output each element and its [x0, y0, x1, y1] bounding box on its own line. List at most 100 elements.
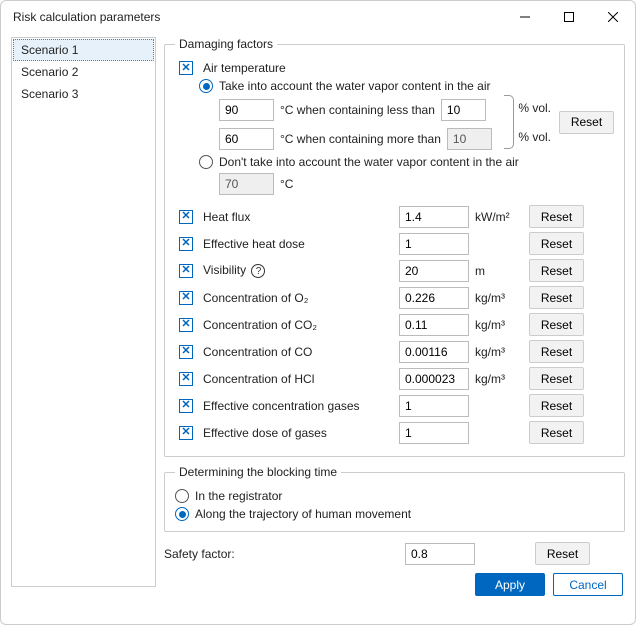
param-value-input[interactable]	[399, 314, 469, 336]
param-label: Concentration of O₂	[203, 291, 393, 305]
param-label: Heat flux	[203, 210, 393, 224]
param-checkbox[interactable]: ✕	[179, 237, 193, 251]
safety-factor-input[interactable]	[405, 543, 475, 565]
scenario-list: Scenario 1 Scenario 2 Scenario 3	[11, 37, 156, 587]
param-checkbox[interactable]: ✕	[179, 264, 193, 278]
sidebar-item-scenario-2[interactable]: Scenario 2	[13, 61, 154, 83]
param-value-input[interactable]	[399, 287, 469, 309]
param-row: ✕ Concentration of CO₂ kg/m³ Reset	[175, 311, 614, 338]
help-icon[interactable]: ?	[251, 264, 265, 278]
param-label: Visibility ?	[203, 263, 393, 279]
pct-less-input[interactable]	[441, 99, 486, 121]
param-unit: kg/m³	[475, 318, 523, 332]
apply-button[interactable]: Apply	[475, 573, 545, 596]
param-unit: kW/m²	[475, 210, 523, 224]
param-row: ✕ Effective dose of gases Reset	[175, 419, 614, 446]
air-temperature-checkbox[interactable]: ✕	[179, 61, 193, 75]
bracket-icon	[504, 95, 514, 149]
vapor-less-row: °C when containing less than	[219, 97, 504, 122]
title-bar: Risk calculation parameters	[1, 1, 635, 33]
vapor-dont-row: Don't take into account the water vapor …	[199, 155, 614, 169]
param-reset-button[interactable]: Reset	[529, 259, 584, 282]
temp-more-input[interactable]	[219, 128, 274, 150]
param-checkbox[interactable]: ✕	[179, 345, 193, 359]
air-temperature-label: Air temperature	[203, 61, 614, 75]
param-unit: m	[475, 264, 523, 278]
vapor-dont-radio[interactable]	[199, 155, 213, 169]
param-reset-button[interactable]: Reset	[529, 421, 584, 444]
air-temp-reset-button[interactable]: Reset	[559, 111, 614, 134]
temp-less-input[interactable]	[219, 99, 274, 121]
param-checkbox[interactable]: ✕	[179, 210, 193, 224]
param-label: Concentration of CO	[203, 345, 393, 359]
param-reset-button[interactable]: Reset	[529, 313, 584, 336]
param-reset-button[interactable]: Reset	[529, 367, 584, 390]
damaging-legend: Damaging factors	[175, 37, 277, 51]
vapor-more-row: °C when containing more than	[219, 126, 504, 151]
close-button[interactable]	[591, 1, 635, 33]
pct-more-input	[447, 128, 492, 150]
param-row: ✕ Heat flux kW/m² Reset	[175, 203, 614, 230]
vapor-account-label: Take into account the water vapor conten…	[219, 79, 491, 93]
blocking-registrator-label: In the registrator	[195, 489, 282, 503]
minimize-button[interactable]	[503, 1, 547, 33]
vapor-account-radio[interactable]	[199, 79, 213, 93]
param-checkbox[interactable]: ✕	[179, 426, 193, 440]
sidebar-item-scenario-3[interactable]: Scenario 3	[13, 83, 154, 105]
param-row: ✕ Visibility ? m Reset	[175, 257, 614, 284]
param-checkbox[interactable]: ✕	[179, 399, 193, 413]
temp-no-vapor-input	[219, 173, 274, 195]
param-value-input[interactable]	[399, 368, 469, 390]
sidebar-item-scenario-1[interactable]: Scenario 1	[13, 39, 154, 61]
param-reset-button[interactable]: Reset	[529, 340, 584, 363]
param-unit: kg/m³	[475, 372, 523, 386]
param-unit: kg/m³	[475, 345, 523, 359]
safety-reset-button[interactable]: Reset	[535, 542, 590, 565]
param-row: ✕ Effective concentration gases Reset	[175, 392, 614, 419]
param-checkbox[interactable]: ✕	[179, 318, 193, 332]
param-row: ✕ Effective heat dose Reset	[175, 230, 614, 257]
temp-less-desc: °C when containing less than	[280, 103, 435, 117]
param-checkbox[interactable]: ✕	[179, 291, 193, 305]
vapor-take-into-account-row: Take into account the water vapor conten…	[199, 79, 614, 93]
pct-unit-1: % vol.	[518, 101, 551, 115]
blocking-registrator-row: In the registrator	[175, 489, 614, 503]
param-label: Effective concentration gases	[203, 399, 393, 413]
blocking-trajectory-row: Along the trajectory of human movement	[175, 507, 614, 521]
pct-unit-2: % vol.	[518, 130, 551, 144]
blocking-legend: Determining the blocking time	[175, 465, 341, 479]
param-reset-button[interactable]: Reset	[529, 232, 584, 255]
safety-factor-row: Safety factor: Reset	[164, 540, 625, 567]
blocking-trajectory-radio[interactable]	[175, 507, 189, 521]
param-unit: kg/m³	[475, 291, 523, 305]
param-value-input[interactable]	[399, 206, 469, 228]
vapor-dont-value-row: °C	[219, 173, 614, 195]
param-row: ✕ Concentration of HCl kg/m³ Reset	[175, 365, 614, 392]
vapor-dont-label: Don't take into account the water vapor …	[219, 155, 519, 169]
cancel-button[interactable]: Cancel	[553, 573, 623, 596]
blocking-registrator-radio[interactable]	[175, 489, 189, 503]
temp-more-desc: °C when containing more than	[280, 132, 441, 146]
param-label: Concentration of HCl	[203, 372, 393, 386]
param-value-input[interactable]	[399, 341, 469, 363]
param-label: Concentration of CO₂	[203, 318, 393, 332]
param-value-input[interactable]	[399, 395, 469, 417]
param-reset-button[interactable]: Reset	[529, 205, 584, 228]
param-reset-button[interactable]: Reset	[529, 394, 584, 417]
param-reset-button[interactable]: Reset	[529, 286, 584, 309]
window-title: Risk calculation parameters	[13, 10, 503, 24]
damaging-factors-group: Damaging factors ✕ Air temperature Take …	[164, 37, 625, 457]
param-value-input[interactable]	[399, 233, 469, 255]
air-temperature-row: ✕ Air temperature	[175, 61, 614, 75]
param-label: Effective heat dose	[203, 237, 393, 251]
param-value-input[interactable]	[399, 422, 469, 444]
safety-factor-label: Safety factor:	[164, 547, 399, 561]
temp-no-vapor-unit: °C	[280, 177, 293, 191]
dialog-buttons: Apply Cancel	[164, 567, 625, 602]
blocking-time-group: Determining the blocking time In the reg…	[164, 465, 625, 532]
param-value-input[interactable]	[399, 260, 469, 282]
param-row: ✕ Concentration of O₂ kg/m³ Reset	[175, 284, 614, 311]
param-checkbox[interactable]: ✕	[179, 372, 193, 386]
maximize-button[interactable]	[547, 1, 591, 33]
param-label: Effective dose of gases	[203, 426, 393, 440]
